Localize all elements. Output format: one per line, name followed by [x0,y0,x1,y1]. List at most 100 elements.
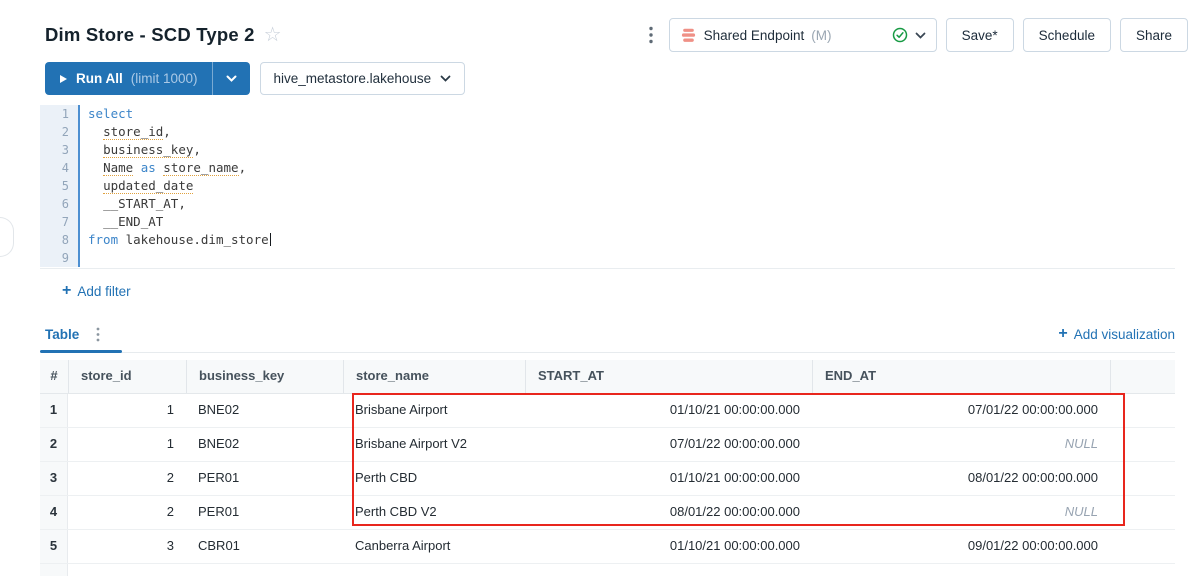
table-cell: Perth CBD [343,462,525,495]
table-cell [1110,530,1175,563]
row-number: 3 [40,462,68,495]
column-header[interactable]: business_key [186,360,343,393]
line-number: 1 [40,105,80,123]
endpoint-selector[interactable]: Shared Endpoint (M) [669,18,937,52]
table-cell: 01/10/21 00:00:00.000 [525,530,812,563]
results-table: #store_idbusiness_keystore_nameSTART_ATE… [40,360,1175,576]
schema-selector[interactable]: hive_metastore.lakehouse [260,62,466,95]
table-cell: NULL [812,428,1110,461]
page-title: Dim Store - SCD Type 2 [45,24,255,46]
table-cell: NULL [812,496,1110,529]
endpoint-size: (M) [811,28,831,43]
schema-label: hive_metastore.lakehouse [274,71,432,86]
line-number: 7 [40,213,80,231]
schedule-button[interactable]: Schedule [1023,18,1111,52]
code-line: 5 updated_date [40,177,1175,195]
code-line: 2 store_id, [40,123,1175,141]
endpoint-status-check-icon [892,27,908,43]
top-bar: Dim Store - SCD Type 2 ☆ Shared Endpoint… [45,18,1188,52]
table-row: 11BNE02Brisbane Airport01/10/21 00:00:00… [40,394,1175,428]
row-number-stub [40,564,68,576]
table-cell: 1 [68,428,186,461]
row-number: 1 [40,394,68,427]
results-body: 11BNE02Brisbane Airport01/10/21 00:00:00… [40,394,1175,564]
column-header[interactable]: START_AT [525,360,812,393]
tab-kebab-menu-icon[interactable] [96,327,100,342]
column-header[interactable] [1110,360,1175,393]
table-cell: 2 [68,496,186,529]
favorite-star-icon[interactable]: ☆ [264,25,282,45]
tab-table[interactable]: Table [45,327,114,352]
table-cell: Brisbane Airport V2 [343,428,525,461]
column-header[interactable]: store_id [68,360,186,393]
table-row: 21BNE02Brisbane Airport V207/01/22 00:00… [40,428,1175,462]
table-cell: 01/10/21 00:00:00.000 [525,394,812,427]
table-row: 32PER01Perth CBD01/10/21 00:00:00.00008/… [40,462,1175,496]
table-cell: 08/01/22 00:00:00.000 [525,496,812,529]
table-stub-row [40,564,1175,576]
table-row: 53CBR01Canberra Airport01/10/21 00:00:00… [40,530,1175,564]
row-number: 4 [40,496,68,529]
run-limit-label: (limit 1000) [131,71,198,86]
table-cell: Canberra Airport [343,530,525,563]
run-toolbar: Run All (limit 1000) hive_metastore.lake… [45,62,1175,95]
table-cell: BNE02 [186,428,343,461]
table-cell [1110,496,1175,529]
table-cell: 07/01/22 00:00:00.000 [525,428,812,461]
run-all-button[interactable]: Run All (limit 1000) [45,62,212,95]
table-cell [1110,428,1175,461]
kebab-menu-icon[interactable] [642,24,660,46]
table-cell: 08/01/22 00:00:00.000 [812,462,1110,495]
table-cell: 3 [68,530,186,563]
code-line: 1select [40,105,1175,123]
column-header[interactable]: # [40,360,68,393]
table-cell [1110,394,1175,427]
line-number: 8 [40,231,80,249]
table-cell [1110,462,1175,495]
top-actions: Shared Endpoint (M) Save* Schedule Share [642,18,1188,52]
table-row: 42PER01Perth CBD V208/01/22 00:00:00.000… [40,496,1175,530]
table-cell: CBR01 [186,530,343,563]
run-options-dropdown[interactable] [212,62,250,95]
table-cell: 09/01/22 00:00:00.000 [812,530,1110,563]
tab-table-label: Table [45,327,79,342]
add-filter-label: Add filter [77,284,130,299]
line-number: 2 [40,123,80,141]
share-button[interactable]: Share [1120,18,1188,52]
code-line: 9 [40,249,1175,267]
sql-warehouse-icon [680,27,697,44]
code-line: 4 Name as store_name, [40,159,1175,177]
code-line: 3 business_key, [40,141,1175,159]
add-visualization-button[interactable]: + Add visualization [1058,326,1175,352]
column-header[interactable]: store_name [343,360,525,393]
text-cursor [270,233,272,246]
sql-code-editor[interactable]: 1select2 store_id,3 business_key,4 Name … [40,105,1175,269]
play-icon [59,74,68,84]
code-line: 7 __END_AT [40,213,1175,231]
table-cell: 07/01/22 00:00:00.000 [812,394,1110,427]
results-tab-bar: Table + Add visualization [45,326,1175,353]
plus-icon: + [62,283,71,299]
chevron-down-icon [440,75,451,82]
save-button[interactable]: Save* [946,18,1014,52]
column-header[interactable]: END_AT [812,360,1110,393]
row-number: 5 [40,530,68,563]
table-cell: 1 [68,394,186,427]
table-cell: BNE02 [186,394,343,427]
plus-icon: + [1058,326,1067,342]
line-number: 9 [40,249,80,267]
chevron-down-icon [915,32,926,39]
query-editor-page: Dim Store - SCD Type 2 ☆ Shared Endpoint… [0,0,1200,588]
table-cell: PER01 [186,462,343,495]
table-cell: Perth CBD V2 [343,496,525,529]
code-line: 8from lakehouse.dim_store [40,231,1175,249]
table-cell: 01/10/21 00:00:00.000 [525,462,812,495]
row-number: 2 [40,428,68,461]
add-visualization-label: Add visualization [1074,327,1175,342]
table-cell: 2 [68,462,186,495]
table-cell: Brisbane Airport [343,394,525,427]
add-filter-button[interactable]: + Add filter [62,283,131,299]
line-number: 6 [40,195,80,213]
panel-collapse-handle[interactable] [0,217,14,257]
results-header: #store_idbusiness_keystore_nameSTART_ATE… [40,360,1175,394]
